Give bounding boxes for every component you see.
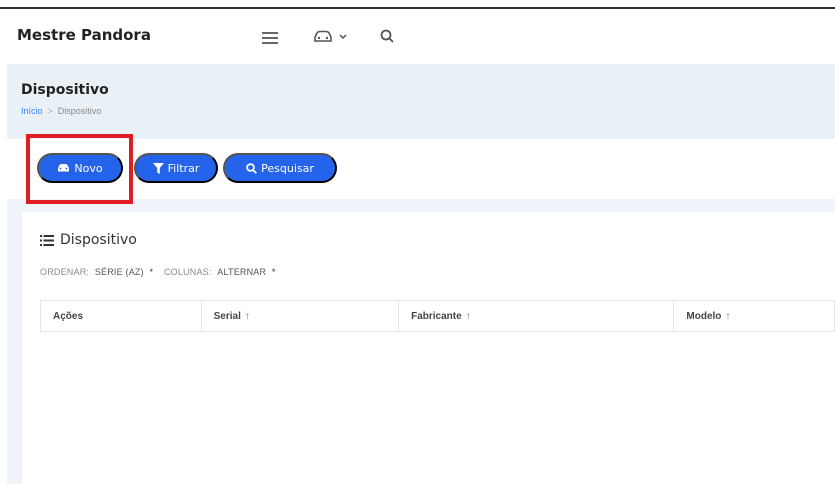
order-label: ORDENAR:: [40, 267, 90, 277]
annotation-highlight-box: [26, 134, 133, 204]
page-header: Dispositivo Início > Dispositivo: [7, 64, 835, 138]
filter-button-label: Filtrar: [167, 161, 200, 175]
columns-marker: *: [271, 267, 276, 277]
sort-options: ORDENAR: SÉRIE (AZ) * COLUNAS: ALTERNAR …: [40, 267, 284, 277]
order-marker: *: [149, 267, 154, 277]
column-header-manufacturer[interactable]: Fabricante ↑: [399, 301, 675, 331]
filter-button[interactable]: Filtrar: [134, 153, 218, 183]
column-header-model[interactable]: Modelo ↑: [674, 301, 834, 331]
list-icon: [40, 234, 54, 246]
page-title: Dispositivo: [21, 82, 109, 98]
column-header-serial[interactable]: Serial ↑: [202, 301, 400, 331]
columns-value[interactable]: ALTERNAR: [217, 267, 266, 277]
car-icon: [314, 30, 332, 42]
menu-icon[interactable]: [262, 31, 278, 49]
column-label: Serial: [213, 310, 241, 322]
chevron-down-icon: [339, 34, 347, 40]
sort-arrow-icon: ↑: [244, 310, 250, 322]
search-button[interactable]: Pesquisar: [223, 153, 337, 183]
vehicle-dropdown[interactable]: [312, 30, 352, 49]
breadcrumb-current: Dispositivo: [57, 106, 102, 116]
search-button-label: Pesquisar: [261, 161, 314, 175]
card-title-text: Dispositivo: [60, 232, 137, 248]
column-header-actions: Ações: [41, 301, 202, 331]
top-navbar: Mestre Pandora: [0, 9, 835, 64]
search-icon: [246, 162, 258, 174]
device-table-header: Ações Serial ↑ Fabricante ↑ Modelo ↑: [40, 300, 835, 332]
search-icon[interactable]: [380, 29, 394, 48]
columns-label: COLUNAS:: [163, 267, 212, 277]
device-list-card: Dispositivo ORDENAR: SÉRIE (AZ) * COLUNA…: [22, 212, 835, 484]
sort-arrow-icon: ↑: [465, 310, 471, 322]
breadcrumb: Início > Dispositivo: [21, 106, 101, 116]
column-label: Modelo: [686, 310, 722, 322]
card-title: Dispositivo: [40, 232, 137, 248]
column-label: Ações: [53, 310, 84, 322]
column-label: Fabricante: [411, 310, 462, 322]
filter-icon: [152, 162, 164, 174]
order-value[interactable]: SÉRIE (AZ): [95, 267, 144, 277]
sort-arrow-icon: ↑: [725, 310, 731, 322]
breadcrumb-separator: >: [47, 106, 53, 116]
breadcrumb-home-link[interactable]: Início: [21, 106, 43, 116]
brand-name: Mestre Pandora: [17, 26, 151, 44]
